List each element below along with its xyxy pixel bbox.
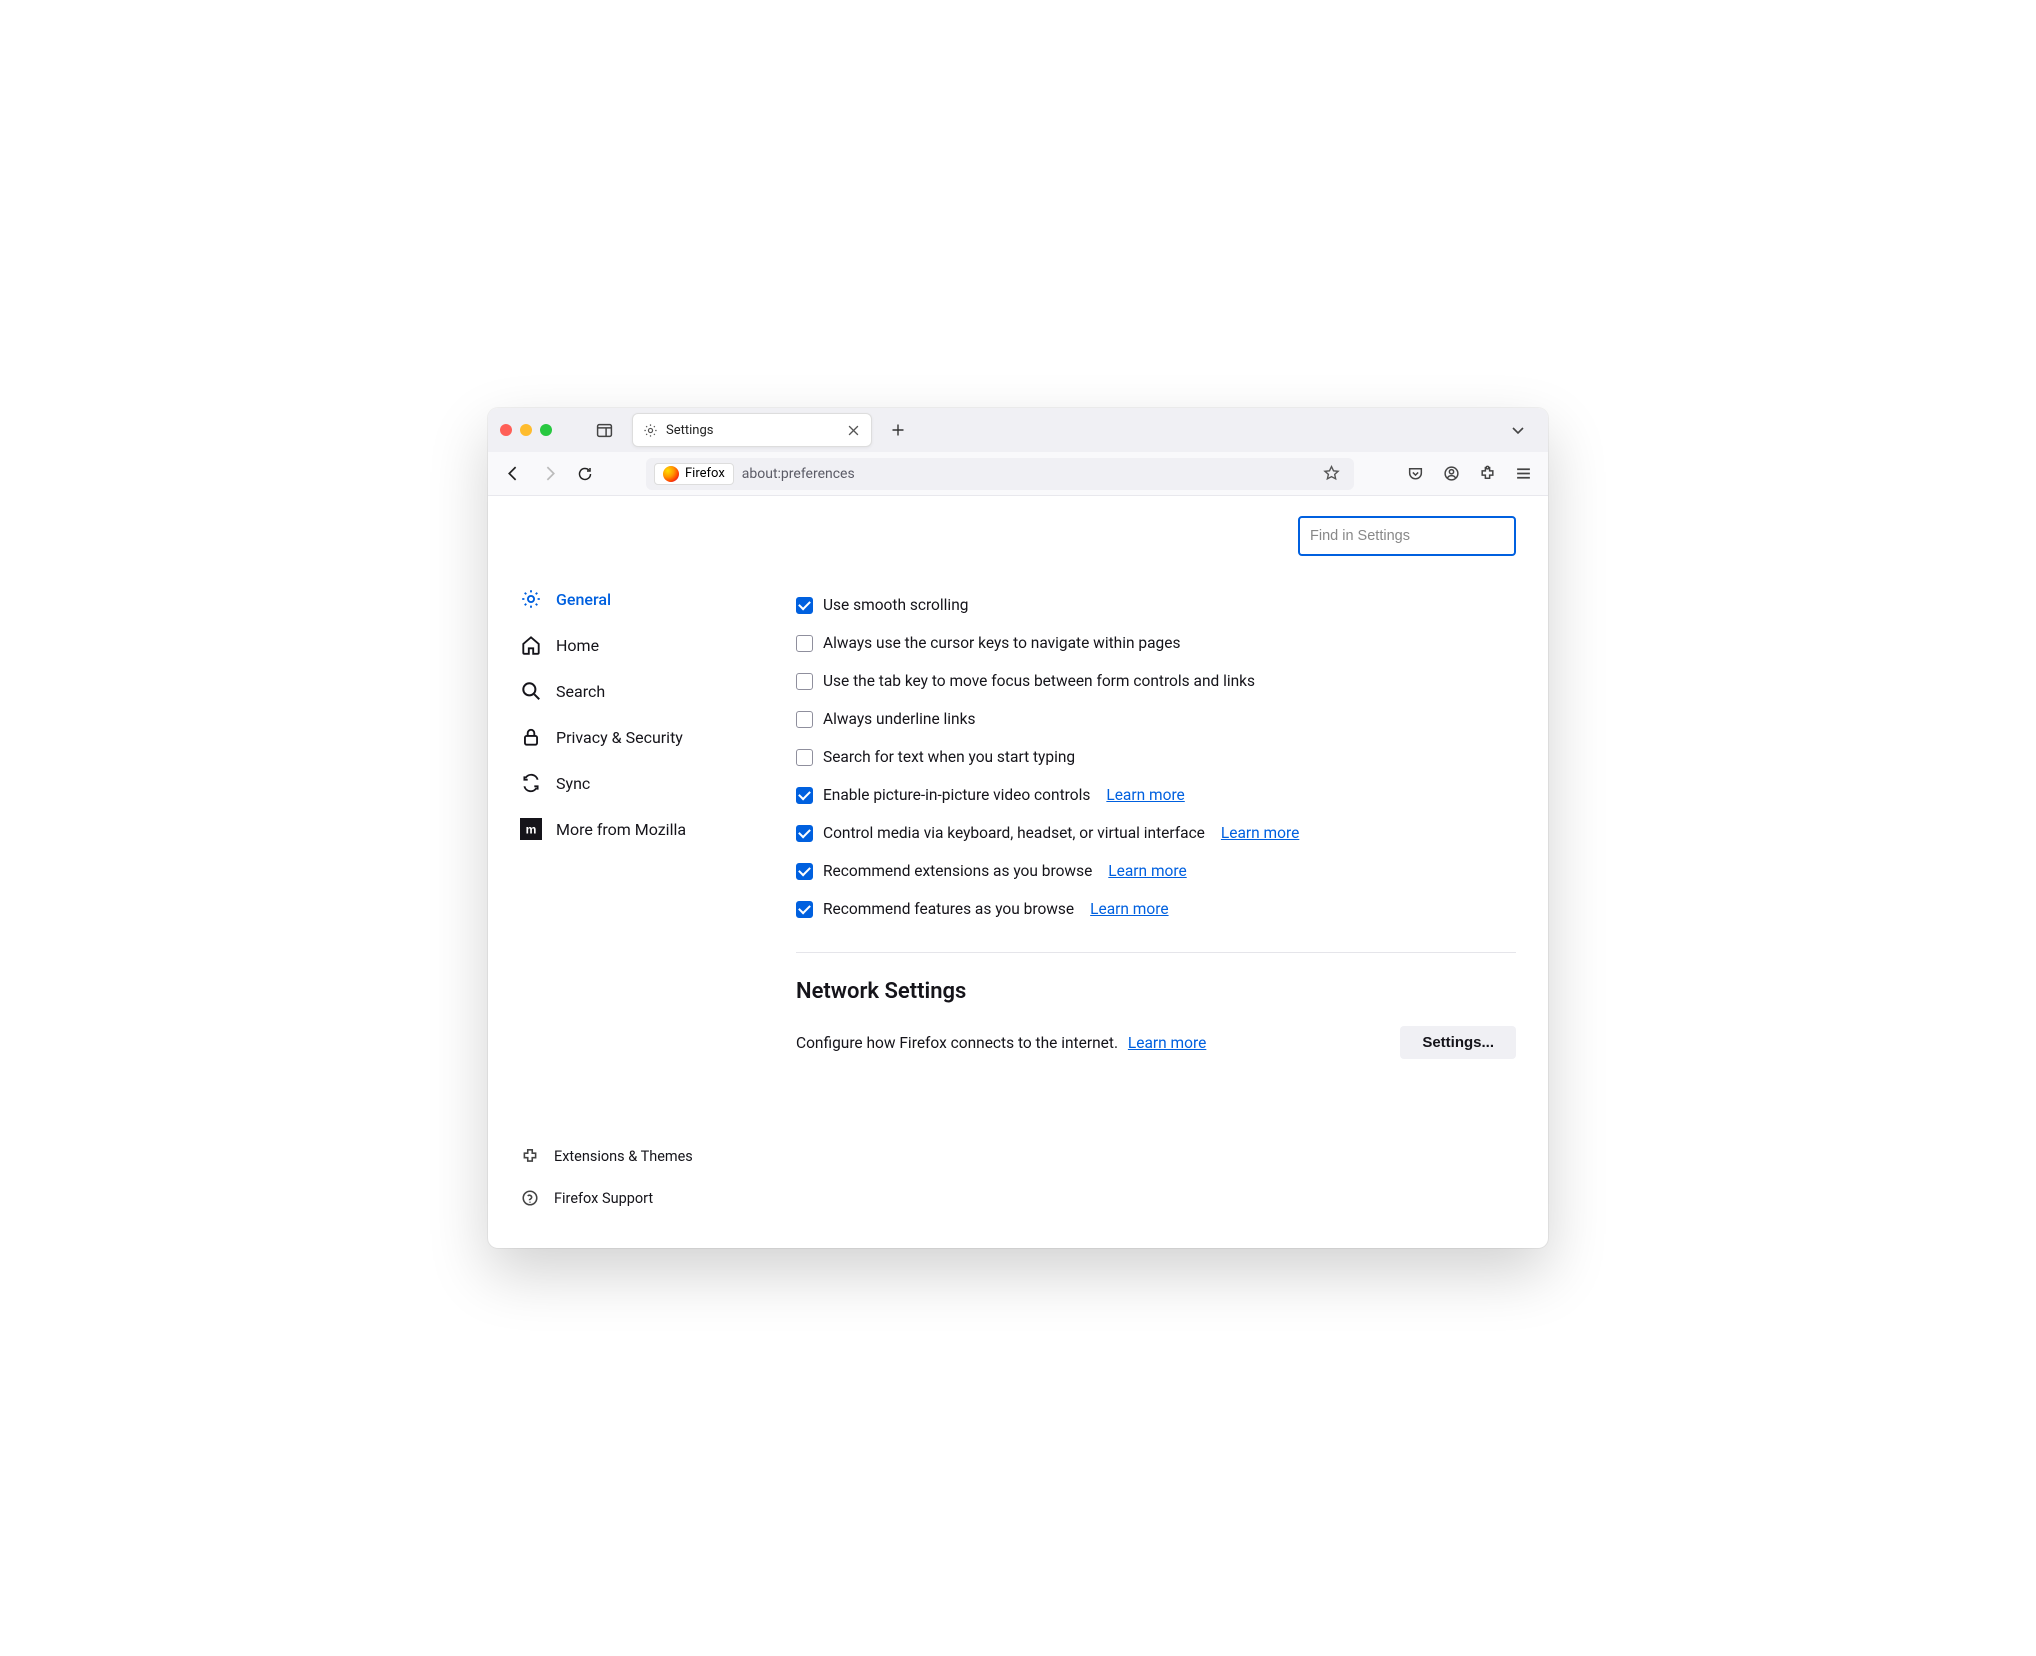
back-button[interactable] xyxy=(498,459,528,489)
help-icon xyxy=(520,1188,540,1208)
learn-more-link[interactable]: Learn more xyxy=(1090,900,1168,918)
reload-button[interactable] xyxy=(570,459,600,489)
option-label: Search for text when you start typing xyxy=(823,748,1075,766)
gear-icon xyxy=(643,423,658,438)
option-label: Enable picture-in-picture video controls xyxy=(823,786,1090,804)
checkbox[interactable] xyxy=(796,635,813,652)
sidebar-footer-label: Firefox Support xyxy=(554,1190,653,1207)
minimize-window-button[interactable] xyxy=(520,424,532,436)
identity-box[interactable]: Firefox xyxy=(654,463,734,485)
option-row: Recommend features as you browse Learn mo… xyxy=(796,900,1516,918)
sidebar-item-firefox-support[interactable]: Firefox Support xyxy=(508,1178,768,1218)
sidebar-item-general[interactable]: General xyxy=(508,578,768,620)
section-divider xyxy=(796,952,1516,953)
sidebar-item-privacy[interactable]: Privacy & Security xyxy=(508,716,768,758)
extensions-button[interactable] xyxy=(1472,459,1502,489)
svg-text:m: m xyxy=(526,822,537,836)
option-row: Use the tab key to move focus between fo… xyxy=(796,672,1516,690)
gear-icon xyxy=(520,588,542,610)
forward-button[interactable] xyxy=(534,459,564,489)
preferences-main: Use smooth scrolling Always use the curso… xyxy=(768,496,1548,1248)
network-settings-row: Configure how Firefox connects to the in… xyxy=(796,1026,1516,1059)
search-icon xyxy=(520,680,542,702)
sync-icon xyxy=(520,772,542,794)
option-label: Use the tab key to move focus between fo… xyxy=(823,672,1255,690)
checkbox[interactable] xyxy=(796,901,813,918)
option-row: Search for text when you start typing xyxy=(796,748,1516,766)
tab-title: Settings xyxy=(666,423,837,438)
pocket-button[interactable] xyxy=(1400,459,1430,489)
sidebar-toggle-button[interactable] xyxy=(590,416,618,444)
option-row: Control media via keyboard, headset, or … xyxy=(796,824,1516,842)
preferences-content: General Home Search Privacy & Security xyxy=(488,496,1548,1248)
close-window-button[interactable] xyxy=(500,424,512,436)
option-row: Recommend extensions as you browse Learn … xyxy=(796,862,1516,880)
sidebar-label: Sync xyxy=(556,774,590,793)
browser-window: Settings Firefox about:prefere xyxy=(488,408,1548,1248)
list-all-tabs-button[interactable] xyxy=(1504,416,1532,444)
browser-tab-settings[interactable]: Settings xyxy=(632,413,872,447)
sidebar-item-search[interactable]: Search xyxy=(508,670,768,712)
lock-icon xyxy=(520,726,542,748)
bookmark-star-button[interactable] xyxy=(1316,459,1346,489)
option-label: Use smooth scrolling xyxy=(823,596,968,614)
url-bar[interactable]: Firefox about:preferences xyxy=(646,458,1354,490)
mozilla-icon: m xyxy=(520,818,542,840)
network-description: Configure how Firefox connects to the in… xyxy=(796,1034,1118,1052)
option-row: Always underline links xyxy=(796,710,1516,728)
checkbox[interactable] xyxy=(796,749,813,766)
checkbox[interactable] xyxy=(796,597,813,614)
learn-more-link[interactable]: Learn more xyxy=(1106,786,1184,804)
sidebar-item-more-from-mozilla[interactable]: m More from Mozilla xyxy=(508,808,768,850)
sidebar-label: General xyxy=(556,590,611,609)
option-label: Always underline links xyxy=(823,710,975,728)
new-tab-button[interactable] xyxy=(884,416,912,444)
nav-toolbar: Firefox about:preferences xyxy=(488,452,1548,496)
tabstrip: Settings xyxy=(488,408,1548,452)
option-row: Enable picture-in-picture video controls… xyxy=(796,786,1516,804)
learn-more-link[interactable]: Learn more xyxy=(1108,862,1186,880)
search-input[interactable] xyxy=(1298,516,1516,556)
sidebar-label: More from Mozilla xyxy=(556,820,686,839)
option-row: Use smooth scrolling xyxy=(796,596,1516,614)
option-label: Always use the cursor keys to navigate w… xyxy=(823,634,1180,652)
sidebar-item-sync[interactable]: Sync xyxy=(508,762,768,804)
window-controls xyxy=(500,424,552,436)
checkbox[interactable] xyxy=(796,673,813,690)
toolbar-right xyxy=(1400,459,1538,489)
option-row: Always use the cursor keys to navigate w… xyxy=(796,634,1516,652)
puzzle-icon xyxy=(520,1146,540,1166)
preferences-sidebar: General Home Search Privacy & Security xyxy=(488,496,768,1248)
sidebar-item-home[interactable]: Home xyxy=(508,624,768,666)
option-label: Recommend features as you browse xyxy=(823,900,1074,918)
network-settings-heading: Network Settings xyxy=(796,979,1516,1004)
identity-label: Firefox xyxy=(685,466,725,481)
checkbox[interactable] xyxy=(796,863,813,880)
fullscreen-window-button[interactable] xyxy=(540,424,552,436)
checkbox[interactable] xyxy=(796,825,813,842)
sidebar-item-extensions-themes[interactable]: Extensions & Themes xyxy=(508,1136,768,1176)
network-learn-more-link[interactable]: Learn more xyxy=(1128,1034,1206,1052)
option-label: Control media via keyboard, headset, or … xyxy=(823,824,1205,842)
home-icon xyxy=(520,634,542,656)
url-text: about:preferences xyxy=(742,466,855,482)
account-button[interactable] xyxy=(1436,459,1466,489)
sidebar-footer-label: Extensions & Themes xyxy=(554,1148,693,1165)
browsing-options-list: Use smooth scrolling Always use the curso… xyxy=(796,596,1516,918)
app-menu-button[interactable] xyxy=(1508,459,1538,489)
checkbox[interactable] xyxy=(796,711,813,728)
option-label: Recommend extensions as you browse xyxy=(823,862,1092,880)
sidebar-label: Home xyxy=(556,636,599,655)
sidebar-label: Search xyxy=(556,682,605,701)
close-tab-button[interactable] xyxy=(845,422,861,438)
learn-more-link[interactable]: Learn more xyxy=(1221,824,1299,842)
sidebar-label: Privacy & Security xyxy=(556,728,683,747)
firefox-logo-icon xyxy=(663,466,679,482)
checkbox[interactable] xyxy=(796,787,813,804)
network-settings-button[interactable]: Settings... xyxy=(1400,1026,1516,1059)
